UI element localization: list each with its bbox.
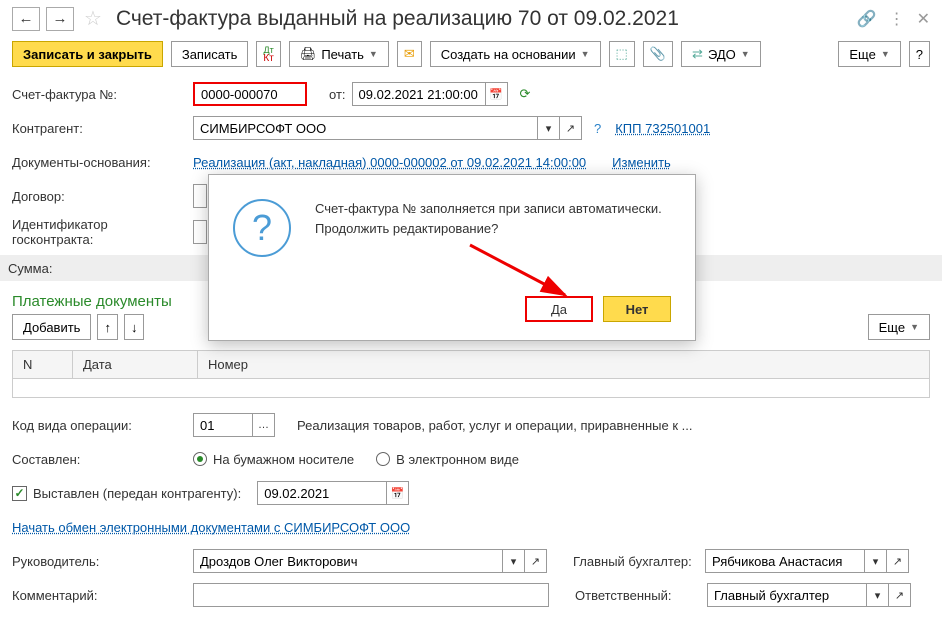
chief-acc-input[interactable] [705, 549, 865, 573]
edo-button[interactable]: ⇄ ЭДО ▼ [681, 41, 761, 67]
more-button-2[interactable]: Еще ▼ [868, 314, 930, 340]
open-icon[interactable]: ↗ [525, 549, 547, 573]
back-button[interactable]: ← [12, 7, 40, 31]
op-code-input[interactable] [193, 413, 253, 437]
sum-label: Сумма: [8, 261, 52, 276]
date-input[interactable] [352, 82, 486, 106]
comment-input[interactable] [193, 583, 549, 607]
basis-label: Документы-основания: [12, 155, 187, 170]
create-based-button[interactable]: Создать на основании ▼ [430, 41, 601, 67]
issued-date-group: 📅 [257, 481, 409, 505]
radio-icon [376, 452, 390, 466]
issued-checkbox[interactable]: ✓ [12, 486, 27, 501]
chief-acc-group: ▾ ↗ [705, 549, 909, 573]
structure-button[interactable]: ⬚ [609, 41, 635, 67]
dtkt-button[interactable]: ДтКт [256, 41, 280, 67]
calendar-icon[interactable]: 📅 [387, 481, 409, 505]
yes-button[interactable]: Да [525, 296, 593, 322]
contract-label: Договор: [12, 189, 187, 204]
manager-input[interactable] [193, 549, 503, 573]
move-up-button[interactable]: ↑ [97, 314, 118, 340]
help-button[interactable]: ? [909, 41, 930, 67]
open-icon[interactable]: ↗ [889, 583, 911, 607]
gov-contract-label: Идентификатор госконтракта: [12, 217, 187, 247]
chevron-down-icon: ▼ [910, 322, 919, 332]
change-link[interactable]: Изменить [612, 155, 671, 170]
composed-label: Составлен: [12, 452, 187, 467]
exchange-link[interactable]: Начать обмен электронными документами с … [12, 520, 410, 535]
chief-acc-label: Главный бухгалтер: [573, 554, 699, 569]
open-icon[interactable]: ↗ [887, 549, 909, 573]
dropdown-icon[interactable]: ▾ [867, 583, 889, 607]
confirm-dialog: ? Счет-фактура № заполняется при записи … [208, 174, 696, 341]
basis-link[interactable]: Реализация (акт, накладная) 0000-000002 … [193, 155, 586, 170]
col-number[interactable]: Номер [198, 351, 929, 378]
responsible-input[interactable] [707, 583, 867, 607]
invoice-no-label: Счет-фактура №: [12, 87, 187, 102]
radio-electronic[interactable]: В электронном виде [376, 452, 519, 467]
move-down-button[interactable]: ↓ [124, 314, 145, 340]
printer-icon: 🖨 [300, 46, 317, 62]
save-close-button[interactable]: Записать и закрыть [12, 41, 163, 67]
radio-icon [193, 452, 207, 466]
edo-icon: ⇄ [692, 46, 703, 62]
chevron-down-icon: ▼ [369, 49, 378, 59]
payment-table: N Дата Номер [12, 350, 930, 398]
contract-input[interactable] [193, 184, 207, 208]
responsible-group: ▾ ↗ [707, 583, 911, 607]
paperclip-icon: 📎 [650, 46, 666, 62]
op-code-group: … [193, 413, 275, 437]
comment-label: Комментарий: [12, 588, 187, 603]
link-icon[interactable]: 🔗 [857, 9, 877, 29]
counterparty-input[interactable] [193, 116, 538, 140]
structure-icon: ⬚ [616, 46, 628, 62]
date-input-group: 📅 [352, 82, 508, 106]
close-icon[interactable]: ✕ [917, 9, 930, 29]
no-button[interactable]: Нет [603, 296, 671, 322]
dropdown-icon[interactable]: ▾ [865, 549, 887, 573]
col-date[interactable]: Дата [73, 351, 198, 378]
responsible-label: Ответственный: [575, 588, 701, 603]
col-n[interactable]: N [13, 351, 73, 378]
print-button[interactable]: 🖨 Печать ▼ [289, 41, 389, 67]
radio-paper[interactable]: На бумажном носителе [193, 452, 354, 467]
chevron-down-icon: ▼ [581, 49, 590, 59]
calendar-icon[interactable]: 📅 [486, 82, 508, 106]
table-body[interactable] [13, 379, 929, 397]
forward-button[interactable]: → [46, 7, 74, 31]
counterparty-label: Контрагент: [12, 121, 187, 136]
op-desc: Реализация товаров, работ, услуг и опера… [297, 418, 692, 433]
save-button[interactable]: Записать [171, 41, 249, 67]
issued-label: Выставлен (передан контрагенту): [33, 486, 241, 501]
more-button[interactable]: Еще ▼ [838, 41, 900, 67]
chevron-down-icon: ▼ [741, 49, 750, 59]
gov-contract-input[interactable] [193, 220, 207, 244]
dropdown-icon[interactable]: ▾ [538, 116, 560, 140]
open-icon[interactable]: ↗ [560, 116, 582, 140]
op-code-label: Код вида операции: [12, 418, 187, 433]
select-icon[interactable]: … [253, 413, 275, 437]
issued-date-input[interactable] [257, 481, 387, 505]
manager-label: Руководитель: [12, 554, 187, 569]
dialog-text: Счет-фактура № заполняется при записи ав… [315, 199, 662, 257]
add-button[interactable]: Добавить [12, 314, 91, 340]
dropdown-icon[interactable]: ▾ [503, 549, 525, 573]
invoice-no-input[interactable] [193, 82, 307, 106]
attach-button[interactable]: 📎 [643, 41, 673, 67]
counterparty-group: ▾ ↗ [193, 116, 582, 140]
kpp-link[interactable]: КПП 732501001 [615, 121, 710, 136]
from-label: от: [329, 87, 346, 102]
help-icon[interactable]: ? [594, 121, 601, 136]
page-title: Счет-фактура выданный на реализацию 70 о… [116, 7, 851, 31]
question-icon: ? [233, 199, 291, 257]
manager-group: ▾ ↗ [193, 549, 547, 573]
action-icon[interactable]: ⟳ [520, 86, 531, 102]
menu-icon[interactable]: ⋮ [889, 9, 905, 29]
chevron-down-icon: ▼ [881, 49, 890, 59]
favorite-icon[interactable]: ☆ [84, 6, 102, 31]
mail-icon: ✉ [404, 46, 415, 62]
mail-button[interactable]: ✉ [397, 41, 422, 67]
